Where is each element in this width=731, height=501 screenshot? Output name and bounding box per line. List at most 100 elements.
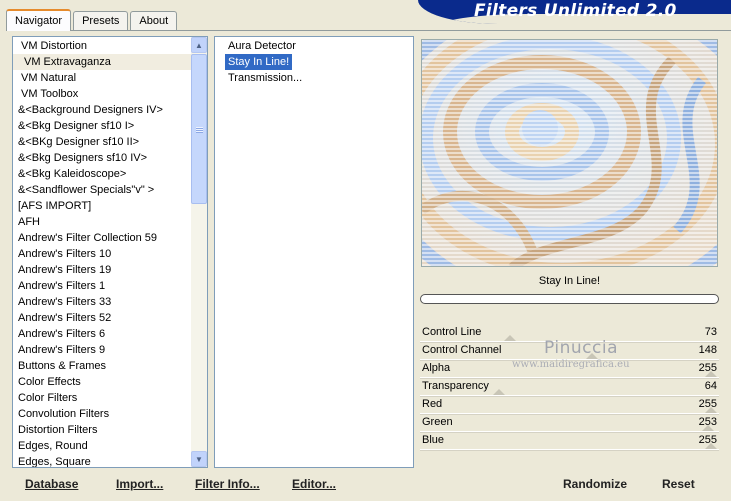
category-label: Andrew's Filters 1: [18, 280, 106, 292]
tab-divider: [6, 30, 731, 31]
category-label: Andrew's Filters 9: [18, 344, 106, 356]
filter-preview-image: [421, 39, 718, 267]
watermark-name: Pinuccia: [544, 338, 618, 358]
category-item[interactable]: Andrew's Filter Collection 59: [13, 230, 191, 246]
category-label: Andrew's Filters 52: [18, 312, 112, 324]
category-label: &<Bkg Designer sf10 I>: [18, 120, 135, 132]
category-item[interactable]: VM Distortion: [13, 38, 191, 54]
category-item[interactable]: Distortion Filters: [13, 422, 191, 438]
category-label: Buttons & Frames: [18, 360, 107, 372]
category-item[interactable]: VM Extravaganza: [13, 54, 191, 70]
category-item[interactable]: Andrew's Filters 52: [13, 310, 191, 326]
category-label: Andrew's Filter Collection 59: [18, 232, 158, 244]
category-item[interactable]: Andrew's Filters 9: [13, 342, 191, 358]
filter-info-button[interactable]: Filter Info...: [195, 477, 260, 491]
category-item[interactable]: Andrew's Filters 10: [13, 246, 191, 262]
preview-art: [422, 40, 717, 266]
param-value: 253: [698, 416, 717, 428]
scroll-thumb[interactable]: [191, 54, 207, 204]
category-item[interactable]: VM Natural: [13, 70, 191, 86]
tab-presets[interactable]: Presets: [73, 11, 129, 30]
param-label: Blue: [422, 434, 445, 446]
category-label: Andrew's Filters 33: [18, 296, 112, 308]
preview-caption: Stay In Line!: [538, 275, 601, 287]
app-banner: Filters Unlimited 2.0: [418, 0, 731, 24]
import-button[interactable]: Import...: [116, 477, 163, 491]
app-title: Filters Unlimited 2.0: [474, 1, 677, 21]
category-label: VM Distortion: [21, 40, 88, 52]
category-item[interactable]: Andrew's Filters 19: [13, 262, 191, 278]
category-label: &<Sandflower Specials"v" >: [18, 184, 155, 196]
progress-bar: [420, 294, 719, 304]
category-label: AFH: [18, 216, 40, 228]
param-label: Transparency: [422, 380, 489, 392]
category-item[interactable]: &<Bkg Designers sf10 IV>: [13, 150, 191, 166]
filter-item[interactable]: Aura Detector: [225, 38, 299, 54]
category-item[interactable]: &<Bkg Designer sf10 I>: [13, 118, 191, 134]
filter-list-panel: Aura Detector Stay In Line! Transmission..…: [214, 36, 414, 468]
category-item[interactable]: Color Filters: [13, 390, 191, 406]
category-label: VM Natural: [21, 72, 77, 84]
category-list-panel: VM Distortion VM Extravaganza VM Natural VM…: [12, 36, 208, 468]
database-button[interactable]: Database: [25, 477, 78, 491]
category-item[interactable]: Andrew's Filters 33: [13, 294, 191, 310]
category-label: Color Effects: [18, 376, 81, 388]
filter-item[interactable]: Transmission...: [225, 70, 305, 86]
param-row[interactable]: Green 253: [420, 414, 719, 432]
category-label: &<Background Designers IV>: [18, 104, 163, 116]
param-label: Control Channel: [422, 344, 502, 356]
watermark-site: www.maidiregrafica.eu: [512, 359, 630, 370]
scroll-up-button[interactable]: ▲: [191, 37, 207, 53]
bottom-toolbar-left: Database Import... Filter Info... Editor…: [10, 472, 414, 496]
param-row[interactable]: Red 255: [420, 396, 719, 414]
category-item[interactable]: &<Sandflower Specials"v" >: [13, 182, 191, 198]
param-row[interactable]: Transparency 64: [420, 378, 719, 396]
param-value: 64: [704, 380, 717, 392]
category-item[interactable]: &<BKg Designer sf10 II>: [13, 134, 191, 150]
category-label: &<Bkg Kaleidoscope>: [18, 168, 127, 180]
category-label: VM Extravaganza: [24, 56, 111, 68]
scroll-down-button[interactable]: ▼: [191, 451, 207, 467]
param-label: Alpha: [422, 362, 451, 374]
category-item[interactable]: Color Effects: [13, 374, 191, 390]
category-label: Distortion Filters: [18, 424, 98, 436]
tab-strip: Navigator Presets About: [6, 9, 179, 31]
randomize-button[interactable]: Randomize: [563, 477, 627, 491]
category-item[interactable]: VM Toolbox: [13, 86, 191, 102]
param-label: Green: [422, 416, 453, 428]
param-value: 255: [698, 398, 717, 410]
category-item[interactable]: &<Bkg Kaleidoscope>: [13, 166, 191, 182]
tab-about[interactable]: About: [130, 11, 178, 30]
bottom-toolbar-right: Randomize Reset: [420, 472, 719, 496]
category-item[interactable]: [AFS IMPORT]: [13, 198, 191, 214]
editor-button[interactable]: Editor...: [292, 477, 336, 491]
filter-item[interactable]: Stay In Line!: [225, 54, 293, 70]
param-value: 148: [698, 344, 717, 356]
category-item[interactable]: &<Background Designers IV>: [13, 102, 191, 118]
category-item[interactable]: Andrew's Filters 6: [13, 326, 191, 342]
slider-thumb-icon[interactable]: [504, 335, 517, 341]
category-list[interactable]: VM Distortion VM Extravaganza VM Natural VM…: [13, 37, 191, 467]
category-item[interactable]: AFH: [13, 214, 191, 230]
category-scrollbar[interactable]: ▲ ▼: [191, 37, 207, 467]
slider-thumb-icon[interactable]: [492, 389, 505, 395]
reset-button[interactable]: Reset: [662, 477, 695, 491]
category-item[interactable]: Edges, Round: [13, 438, 191, 454]
param-label: Red: [422, 398, 443, 410]
category-label: Andrew's Filters 19: [18, 264, 112, 276]
category-item[interactable]: Edges, Square: [13, 454, 191, 467]
tab-navigator[interactable]: Navigator: [6, 9, 72, 31]
param-label: Control Line: [422, 326, 482, 338]
category-label: Color Filters: [18, 392, 78, 404]
category-label: Convolution Filters: [18, 408, 110, 420]
category-label: [AFS IMPORT]: [18, 200, 92, 212]
category-item[interactable]: Buttons & Frames: [13, 358, 191, 374]
param-row[interactable]: Blue 255: [420, 432, 719, 450]
category-item[interactable]: Convolution Filters: [13, 406, 191, 422]
category-item[interactable]: Andrew's Filters 1: [13, 278, 191, 294]
category-label: VM Toolbox: [21, 88, 79, 100]
category-label: Andrew's Filters 10: [18, 248, 112, 260]
category-label: Edges, Round: [18, 440, 88, 452]
grip-icon: [196, 127, 203, 133]
category-label: &<Bkg Designers sf10 IV>: [18, 152, 148, 164]
